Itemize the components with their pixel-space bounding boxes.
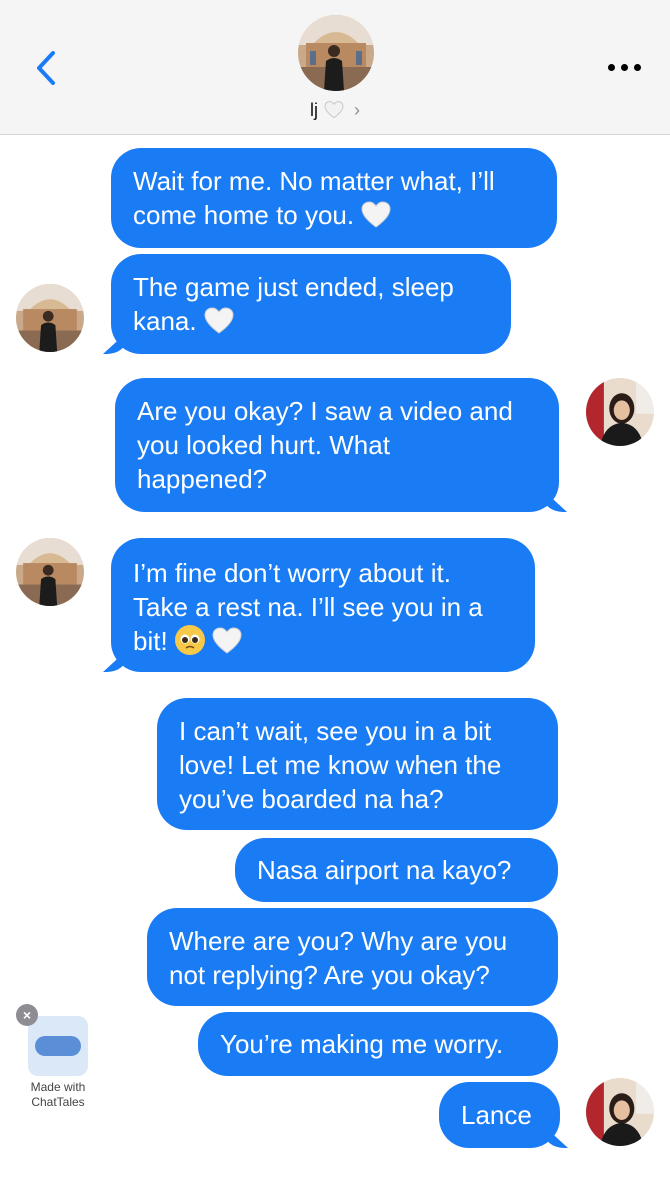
- message-text: kana.: [133, 306, 197, 336]
- watermark-line2: ChatTales: [31, 1095, 85, 1109]
- message-text: Take a rest na. I’ll see you in a: [133, 592, 483, 622]
- pleading-face-emoji-icon: [174, 625, 205, 655]
- message-text: love! Let me know when the: [179, 750, 502, 780]
- message-text: Wait for me. No matter what, I’ll: [133, 166, 495, 196]
- message-text: bit!: [133, 626, 168, 656]
- message-text: I can’t wait, see you in a bit: [179, 716, 492, 746]
- message-text: happened?: [137, 464, 268, 494]
- message-text: Are you okay? I saw a video and: [137, 396, 513, 426]
- message-bubble-sent[interactable]: Where are you? Why are you not replying?…: [147, 908, 558, 1006]
- message-text: come home to you.: [133, 200, 355, 230]
- message-text: Where are you? Why are you: [169, 926, 508, 956]
- chattales-watermark: × Made with ChatTales: [16, 1004, 100, 1114]
- contact-avatar-small: [16, 538, 84, 606]
- message-text: Lance: [461, 1100, 532, 1130]
- conversation-header: lj ›: [0, 0, 670, 135]
- message-bubble-sent[interactable]: Nasa airport na kayo?: [235, 838, 558, 902]
- white-heart-emoji-icon: [204, 307, 234, 334]
- more-options-button[interactable]: [602, 52, 646, 82]
- contact-avatar[interactable]: [298, 15, 374, 91]
- user-avatar: [586, 378, 654, 446]
- chat-bubble-icon: [28, 1016, 88, 1076]
- message-text: The game just ended, sleep: [133, 272, 454, 302]
- white-heart-emoji-icon: [361, 201, 391, 228]
- message-text: you looked hurt. What: [137, 430, 390, 460]
- white-heart-icon: [324, 101, 344, 119]
- ellipsis-icon: [607, 63, 615, 71]
- white-heart-emoji-icon: [212, 627, 242, 654]
- contact-avatar-small: [16, 284, 84, 352]
- message-bubble-sent[interactable]: Wait for me. No matter what, I’ll come h…: [111, 148, 557, 248]
- contact-name-row[interactable]: lj ›: [0, 96, 670, 124]
- message-bubble-sent[interactable]: You’re making me worry.: [198, 1012, 558, 1076]
- close-icon[interactable]: ×: [16, 1004, 38, 1026]
- message-bubble-sent[interactable]: I can’t wait, see you in a bit love! Let…: [157, 698, 558, 830]
- message-text: you’ve boarded na ha?: [179, 784, 444, 814]
- watermark-line1: Made with: [30, 1080, 86, 1094]
- chevron-right-icon: ›: [354, 99, 360, 120]
- message-text: You’re making me worry.: [220, 1029, 504, 1059]
- message-text: Nasa airport na kayo?: [257, 855, 512, 885]
- message-bubble-sent[interactable]: Lance: [439, 1082, 560, 1148]
- chevron-left-icon: [37, 51, 55, 85]
- message-bubble-received[interactable]: I’m fine don’t worry about it. Take a re…: [111, 538, 535, 672]
- contact-name: lj: [310, 99, 318, 120]
- message-bubble-sent[interactable]: Are you okay? I saw a video and you look…: [115, 378, 559, 512]
- message-text: not replying? Are you okay?: [169, 960, 490, 990]
- message-text: I’m fine don’t worry about it.: [133, 558, 451, 588]
- message-bubble-received[interactable]: The game just ended, sleep kana.: [111, 254, 511, 354]
- back-button[interactable]: [28, 46, 64, 90]
- user-avatar: [586, 1078, 654, 1146]
